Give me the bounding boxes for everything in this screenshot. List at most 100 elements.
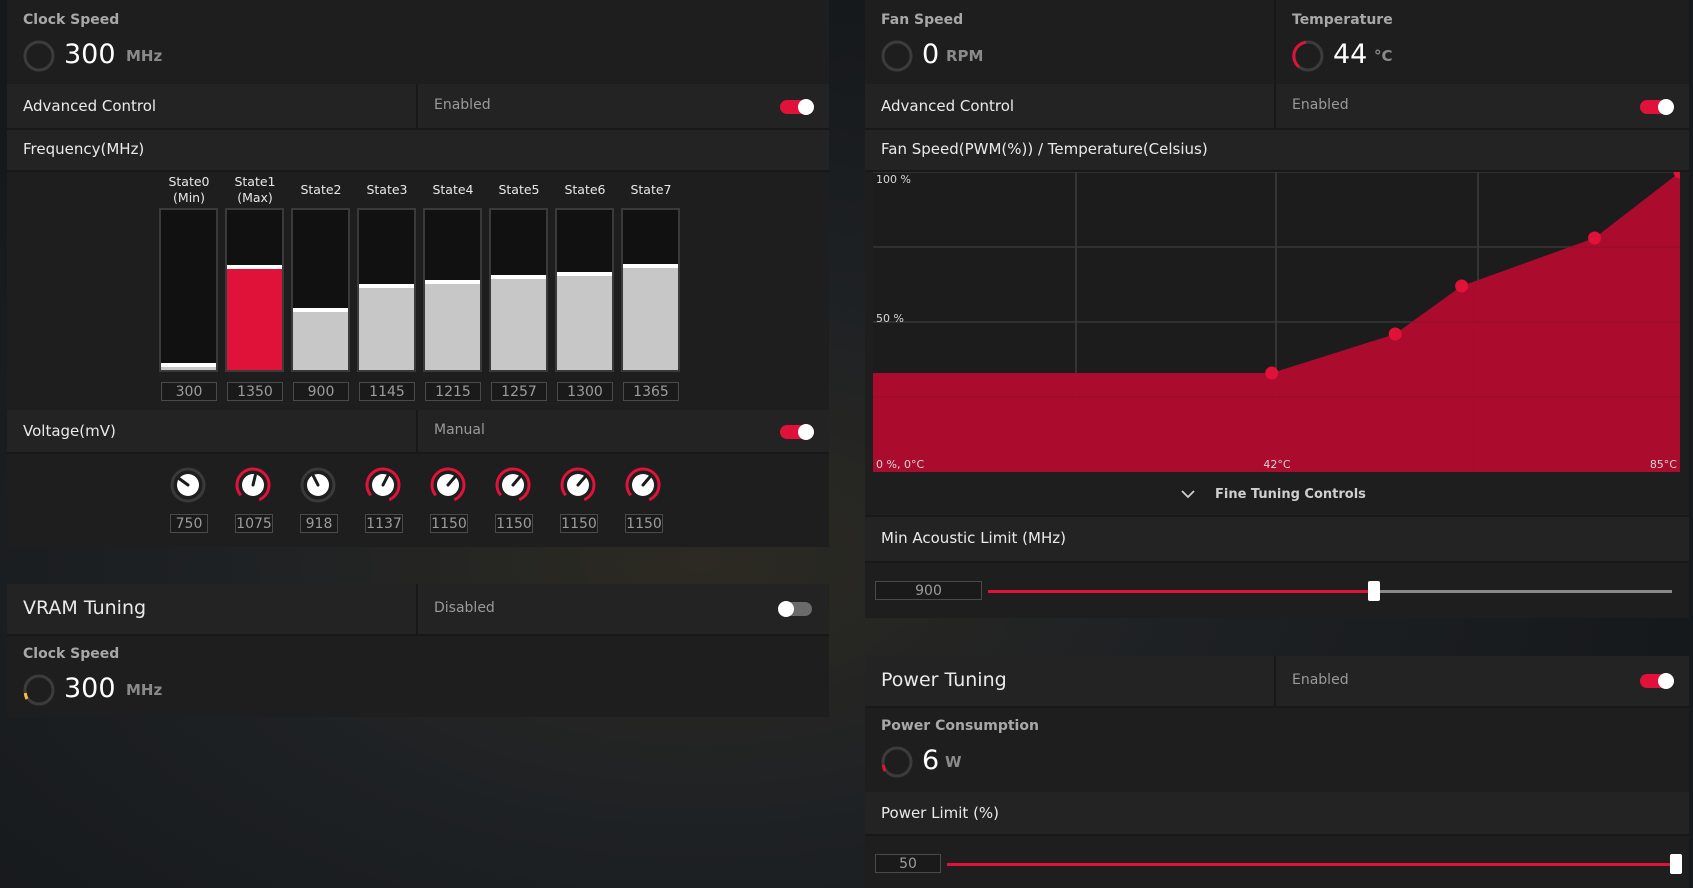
vram-toggle[interactable] — [778, 601, 812, 617]
state-label: State6 — [564, 182, 606, 197]
voltage-value[interactable]: 918 — [300, 514, 338, 533]
clock-speed-unit: MHz — [126, 47, 163, 65]
state-value[interactable]: 1257 — [491, 382, 547, 401]
fan-curve-point[interactable] — [1455, 279, 1469, 293]
row-divider — [416, 584, 418, 634]
min-acoustic-slider-thumb[interactable] — [1368, 581, 1380, 601]
state-value[interactable]: 1145 — [359, 382, 415, 401]
state-bar[interactable] — [291, 208, 350, 372]
min-acoustic-row: Min Acoustic Limit (MHz) — [865, 517, 1689, 563]
state-bar-fill — [623, 264, 678, 370]
frequency-title: Frequency(MHz) — [23, 140, 145, 158]
power-consumption-caption: Power Consumption — [881, 718, 1039, 734]
voltage-value[interactable]: 1150 — [495, 514, 533, 533]
power-limit-row: Power Limit (%) — [865, 792, 1689, 836]
chart-tick-label: 50 % — [876, 312, 904, 325]
voltage-value[interactable]: 750 — [170, 514, 208, 533]
state-value[interactable]: 900 — [293, 382, 349, 401]
chart-tick-label: 42°C — [1263, 458, 1290, 471]
voltage-knob-icon[interactable] — [364, 466, 402, 504]
state-bar-fill — [425, 280, 480, 370]
fan-curve-header: Fan Speed(PWM(%)) / Temperature(Celsius) — [865, 130, 1689, 172]
state-bar[interactable] — [555, 208, 614, 372]
advanced-control-status: Enabled — [434, 97, 491, 113]
voltage-knob-icon[interactable] — [169, 466, 207, 504]
min-acoustic-slider[interactable] — [988, 581, 1672, 601]
voltage-toggle[interactable] — [780, 424, 814, 440]
vram-clock-unit: MHz — [126, 681, 163, 699]
power-limit-slider-fill — [947, 863, 1676, 866]
state-bar[interactable] — [423, 208, 482, 372]
min-acoustic-slider-fill — [988, 590, 1374, 593]
temperature-unit: °C — [1374, 47, 1393, 65]
state-value[interactable]: 1350 — [227, 382, 283, 401]
vram-clock-gauge-icon — [23, 674, 55, 706]
vram-clock-caption: Clock Speed — [23, 646, 120, 662]
fan-advanced-control-row: Advanced Control Enabled — [865, 84, 1689, 130]
voltage-mode: Manual — [434, 422, 485, 438]
voltage-knob-icon[interactable] — [234, 466, 272, 504]
fan-speed-caption: Fan Speed — [881, 12, 964, 28]
fan-advanced-control-label: Advanced Control — [881, 97, 1015, 115]
power-toggle[interactable] — [1640, 673, 1674, 689]
fan-advanced-control-status: Enabled — [1292, 97, 1349, 113]
state-value[interactable]: 300 — [161, 382, 217, 401]
power-title: Power Tuning — [881, 669, 1007, 691]
state-value[interactable]: 1300 — [557, 382, 613, 401]
voltage-value[interactable]: 1150 — [430, 514, 468, 533]
fan-curve-point[interactable] — [1388, 327, 1402, 341]
state-bar[interactable] — [621, 208, 680, 372]
clock-speed-value: 300 — [64, 39, 116, 70]
state-bar[interactable] — [489, 208, 548, 372]
state-label: State1 (Max) — [234, 174, 276, 205]
advanced-control-label: Advanced Control — [23, 97, 157, 115]
fine-tuning-label: Fine Tuning Controls — [1215, 487, 1366, 502]
fan-curve-chart[interactable]: 100 % 50 % 0 %, 0°C 42°C 85°C — [873, 172, 1680, 472]
voltage-knob-icon[interactable] — [299, 466, 337, 504]
advanced-control-toggle[interactable] — [780, 99, 814, 115]
fan-curve-point[interactable] — [1265, 366, 1279, 380]
fine-tuning-row[interactable]: Fine Tuning Controls — [865, 475, 1689, 517]
voltage-value[interactable]: 1075 — [235, 514, 273, 533]
voltage-value[interactable]: 1150 — [560, 514, 598, 533]
power-limit-slider[interactable] — [947, 854, 1682, 874]
voltage-knob-icon[interactable] — [429, 466, 467, 504]
voltage-knob-icon[interactable] — [494, 466, 532, 504]
voltage-row: Voltage(mV) Manual — [7, 410, 829, 454]
clock-speed-caption: Clock Speed — [23, 12, 120, 28]
vram-clock-value: 300 — [64, 673, 116, 704]
power-status: Enabled — [1292, 672, 1349, 688]
temperature-value: 44 — [1333, 39, 1368, 70]
min-acoustic-label: Min Acoustic Limit (MHz) — [881, 529, 1066, 547]
state-bar-fill — [161, 363, 216, 370]
min-acoustic-value[interactable]: 900 — [875, 581, 982, 600]
fan-curve-point[interactable] — [1588, 231, 1602, 245]
state-bar-fill — [293, 308, 348, 370]
state-bar[interactable] — [225, 208, 284, 372]
state-bar[interactable] — [357, 208, 416, 372]
row-divider — [416, 410, 418, 452]
state-value[interactable]: 1215 — [425, 382, 481, 401]
vram-title: VRAM Tuning — [23, 597, 147, 619]
state-value[interactable]: 1365 — [623, 382, 679, 401]
voltage-knob-icon[interactable] — [559, 466, 597, 504]
state-bar-fill — [557, 272, 612, 370]
state-label: State4 — [432, 182, 474, 197]
advanced-control-row: Advanced Control Enabled — [7, 84, 829, 130]
vram-status: Disabled — [434, 600, 495, 616]
power-limit-value[interactable]: 50 — [875, 854, 941, 873]
state-bar-fill — [227, 265, 282, 370]
voltage-knob-icon[interactable] — [624, 466, 662, 504]
frequency-header: Frequency(MHz) — [7, 130, 829, 172]
row-divider — [1274, 656, 1276, 706]
power-limit-slider-thumb[interactable] — [1670, 854, 1682, 874]
chart-tick-label: 85°C — [1650, 458, 1677, 471]
voltage-value[interactable]: 1150 — [625, 514, 663, 533]
fan-advanced-control-toggle[interactable] — [1640, 99, 1674, 115]
state-bar-fill — [359, 284, 414, 370]
fan-speed-gauge-icon — [881, 40, 913, 72]
row-divider — [1274, 84, 1276, 128]
state-bar[interactable] — [159, 208, 218, 372]
header-divider — [1274, 0, 1276, 84]
voltage-value[interactable]: 1137 — [365, 514, 403, 533]
